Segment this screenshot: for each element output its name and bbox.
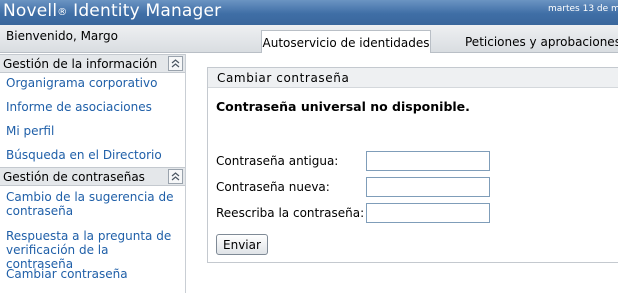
- sidebar-item-password-hint[interactable]: Cambio de la sugerencia de contraseña: [0, 186, 185, 225]
- password-unavailable-message: Contraseña universal no disponible.: [216, 99, 470, 114]
- old-password-row: Contraseña antigua:: [216, 154, 338, 168]
- old-password-label: Contraseña antigua:: [216, 154, 339, 168]
- panel-title: Cambiar contraseña: [208, 68, 618, 88]
- welcome-text: Bienvenido, Margo: [6, 29, 118, 43]
- app-header: Novell® Identity Manager martes 13 de m: [0, 0, 618, 25]
- brand-product: Identity Manager: [67, 1, 222, 21]
- new-password-row: Contraseña nueva:: [216, 180, 330, 194]
- sidebar-item-org-chart[interactable]: Organigrama corporativo: [0, 73, 185, 95]
- brand-name: Novell: [3, 1, 58, 21]
- confirm-password-field[interactable]: [366, 203, 490, 223]
- submit-button[interactable]: Enviar: [216, 234, 268, 255]
- collapse-up-icon[interactable]: [168, 169, 183, 184]
- sidebar-section-header: Gestión de la información: [0, 54, 185, 73]
- sidebar-section-passwords: Gestión de contraseñas Cambio de la suge…: [0, 167, 185, 285]
- new-password-label: Contraseña nueva:: [216, 180, 330, 194]
- confirm-password-label: Reescriba la contraseña:: [216, 206, 365, 220]
- sidebar-section-information: Gestión de la información Organigrama co…: [0, 54, 185, 167]
- brand-registered-mark: ®: [57, 7, 68, 18]
- tab-requests-approvals[interactable]: Peticiones y aprobaciones: [465, 30, 618, 53]
- new-password-field[interactable]: [366, 177, 490, 197]
- change-password-panel: Cambiar contraseña Contraseña universal …: [207, 67, 618, 263]
- sidebar-section-header: Gestión de contraseñas: [0, 167, 185, 186]
- header-date: martes 13 de m: [548, 4, 618, 14]
- sidebar-item-directory-search[interactable]: Búsqueda en el Directorio: [0, 143, 185, 167]
- sidebar: Gestión de la información Organigrama co…: [0, 54, 186, 293]
- sidebar-item-my-profile[interactable]: Mi perfil: [0, 119, 185, 143]
- sidebar-item-association-report[interactable]: Informe de asociaciones: [0, 95, 185, 119]
- welcome-tab-bar: Bienvenido, Margo Autoservicio de identi…: [0, 25, 618, 53]
- old-password-field[interactable]: [366, 151, 490, 171]
- sidebar-item-challenge-response[interactable]: Respuesta a la pregunta de verificación …: [0, 225, 185, 271]
- sidebar-section-title: Gestión de contraseñas: [3, 170, 145, 184]
- collapse-up-icon[interactable]: [168, 56, 183, 71]
- confirm-password-row: Reescriba la contraseña:: [216, 206, 364, 220]
- sidebar-item-change-password[interactable]: Cambiar contraseña: [0, 263, 185, 285]
- tab-identity-self-service[interactable]: Autoservicio de identidades: [261, 30, 431, 53]
- brand-logo: Novell® Identity Manager: [3, 1, 221, 21]
- sidebar-section-title: Gestión de la información: [3, 57, 158, 71]
